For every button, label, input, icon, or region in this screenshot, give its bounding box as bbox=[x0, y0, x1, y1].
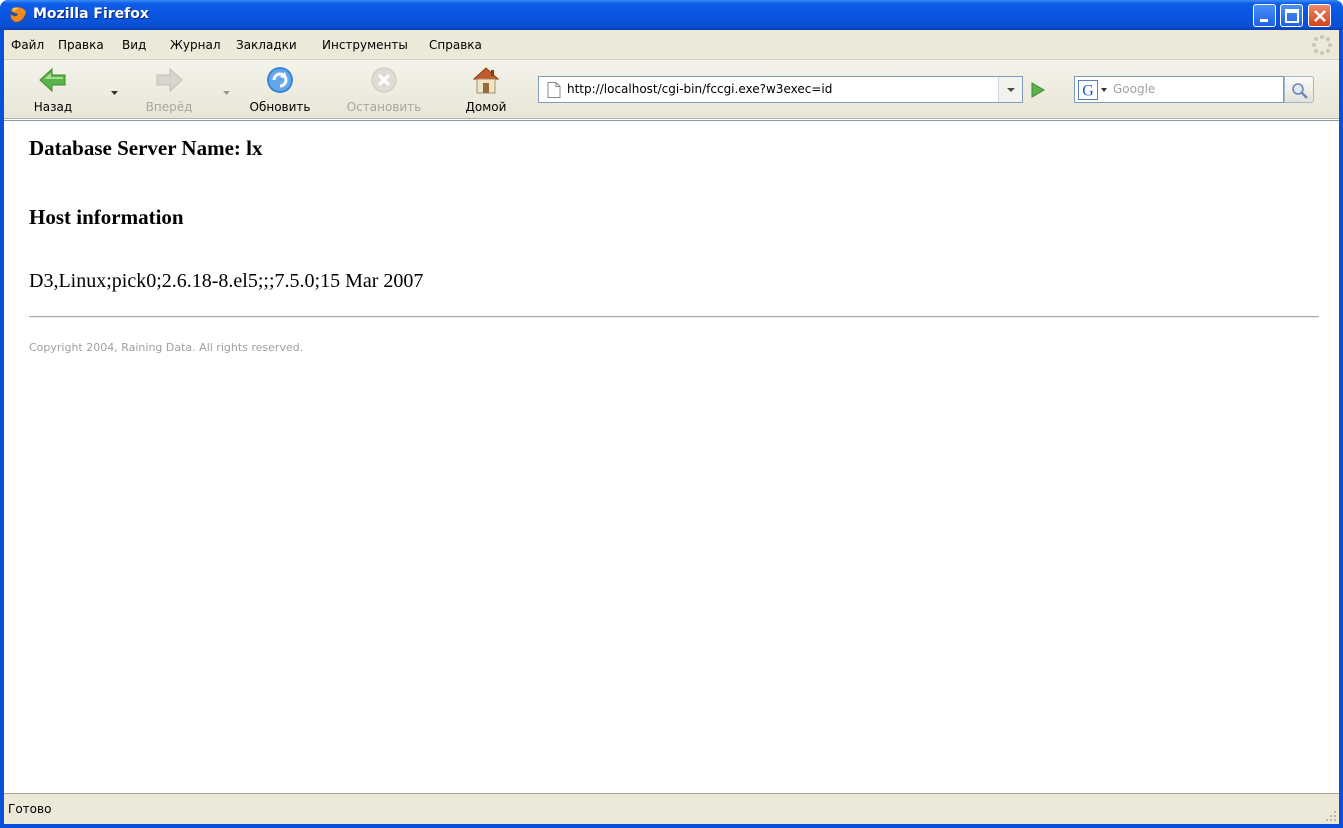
navigation-toolbar: Назад Вперёд Обновить Остановить Домой h… bbox=[4, 60, 1339, 119]
close-button[interactable] bbox=[1308, 4, 1331, 27]
menu-help[interactable]: Справка bbox=[429, 38, 482, 52]
search-icon bbox=[1292, 83, 1308, 99]
search-bar[interactable]: G Google bbox=[1074, 76, 1284, 103]
stop-button[interactable]: Остановить bbox=[336, 64, 432, 114]
menu-file[interactable]: Файл bbox=[11, 38, 44, 52]
browser-client: Файл Правка Вид Журнал Закладки Инструме… bbox=[4, 30, 1339, 824]
minimize-icon bbox=[1260, 19, 1268, 22]
forward-button[interactable]: Вперёд bbox=[134, 64, 204, 114]
menu-edit[interactable]: Правка bbox=[58, 38, 104, 52]
back-label: Назад bbox=[33, 100, 73, 114]
forward-label: Вперёд bbox=[145, 100, 193, 114]
back-button[interactable]: Назад bbox=[28, 64, 78, 114]
svg-text:G: G bbox=[1082, 83, 1094, 100]
menu-bookmarks[interactable]: Закладки bbox=[236, 38, 297, 52]
close-icon bbox=[1314, 10, 1326, 22]
search-input[interactable]: Google bbox=[1113, 82, 1155, 96]
forward-arrow-icon bbox=[156, 67, 183, 93]
page-icon bbox=[547, 82, 561, 98]
go-button[interactable] bbox=[1025, 78, 1049, 102]
chevron-down-icon bbox=[1007, 88, 1015, 92]
stop-label: Остановить bbox=[346, 100, 422, 114]
reload-button[interactable]: Обновить bbox=[238, 64, 322, 114]
horizontal-rule bbox=[29, 316, 1319, 318]
server-name-heading: Database Server Name: lx bbox=[29, 136, 263, 160]
copyright-text: Copyright 2004, Raining Data. All rights… bbox=[29, 341, 304, 354]
stop-icon bbox=[371, 67, 397, 93]
menu-tools[interactable]: Инструменты bbox=[322, 38, 408, 52]
status-text: Готово bbox=[8, 802, 52, 816]
back-arrow-icon bbox=[39, 67, 66, 93]
firefox-icon bbox=[9, 6, 27, 24]
resize-grip-icon[interactable] bbox=[1325, 810, 1337, 822]
throbber-icon bbox=[1312, 35, 1332, 55]
home-label: Домой bbox=[465, 100, 507, 114]
minimize-button[interactable] bbox=[1253, 4, 1276, 27]
browser-window: Mozilla Firefox Файл Правка Вид Журнал З… bbox=[0, 0, 1343, 828]
menu-history[interactable]: Журнал bbox=[170, 38, 221, 52]
window-title: Mozilla Firefox bbox=[33, 6, 149, 22]
host-information-heading: Host information bbox=[29, 205, 184, 229]
search-button[interactable] bbox=[1284, 76, 1314, 103]
home-icon bbox=[472, 67, 500, 94]
maximize-button[interactable] bbox=[1280, 4, 1303, 27]
url-input[interactable]: http://localhost/cgi-bin/fccgi.exe?w3exe… bbox=[567, 82, 832, 96]
reload-label: Обновить bbox=[249, 100, 311, 114]
reload-icon bbox=[267, 67, 293, 93]
url-bar[interactable]: http://localhost/cgi-bin/fccgi.exe?w3exe… bbox=[538, 76, 1023, 103]
maximize-icon bbox=[1285, 9, 1299, 23]
engine-dropdown-icon[interactable] bbox=[1101, 88, 1107, 92]
google-engine-icon[interactable]: G bbox=[1078, 80, 1098, 100]
url-history-dropdown[interactable] bbox=[998, 77, 1022, 102]
forward-history-dropdown[interactable] bbox=[223, 91, 230, 95]
title-bar[interactable]: Mozilla Firefox bbox=[0, 0, 1343, 30]
menu-view[interactable]: Вид bbox=[122, 38, 146, 52]
back-history-dropdown[interactable] bbox=[111, 91, 118, 95]
page-content: Database Server Name: lx Host informatio… bbox=[4, 120, 1339, 792]
menu-bar: Файл Правка Вид Журнал Закладки Инструме… bbox=[4, 30, 1339, 60]
status-bar: Готово bbox=[4, 793, 1339, 824]
home-button[interactable]: Домой bbox=[458, 64, 514, 114]
host-information-text: D3,Linux;pick0;2.6.18-8.el5;;;7.5.0;15 M… bbox=[29, 270, 424, 292]
